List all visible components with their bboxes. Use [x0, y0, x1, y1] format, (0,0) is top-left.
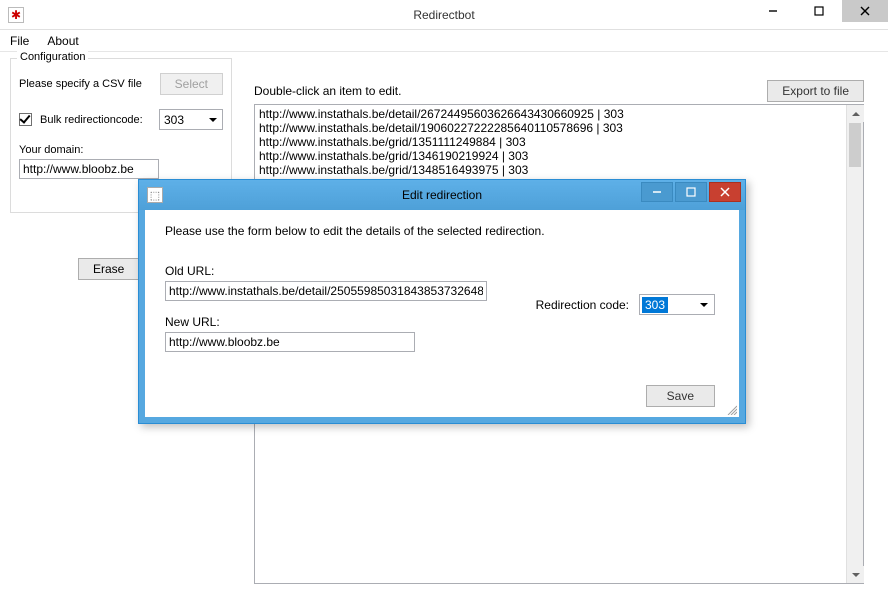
scroll-down-button[interactable]	[847, 566, 864, 583]
menu-file[interactable]: File	[10, 34, 29, 48]
list-item[interactable]: http://www.instathals.be/grid/1351111249…	[259, 135, 846, 149]
maximize-button[interactable]	[796, 0, 842, 22]
resize-grip-icon[interactable]	[725, 403, 737, 415]
menu-bar: File About	[0, 30, 888, 52]
list-item[interactable]: http://www.instathals.be/grid/1348516493…	[259, 163, 846, 177]
old-url-input[interactable]	[165, 281, 487, 301]
menu-about[interactable]: About	[47, 34, 78, 48]
bulk-label: Bulk redirectioncode:	[40, 114, 151, 126]
domain-input[interactable]: http://www.bloobz.be	[19, 159, 159, 179]
csv-label: Please specify a CSV file	[19, 78, 142, 90]
export-button[interactable]: Export to file	[767, 80, 864, 102]
scroll-thumb[interactable]	[849, 123, 861, 167]
list-scrollbar[interactable]	[846, 105, 863, 583]
app-icon	[8, 7, 24, 23]
bulk-checkbox[interactable]	[19, 113, 32, 126]
dialog-intro: Please use the form below to edit the de…	[165, 224, 719, 238]
list-item[interactable]: http://www.instathals.be/detail/19060227…	[259, 121, 846, 135]
list-item[interactable]: http://www.instathals.be/detail/26724495…	[259, 107, 846, 121]
main-window-titlebar: Redirectbot	[0, 0, 888, 30]
dialog-app-icon	[147, 187, 163, 203]
new-url-input[interactable]	[165, 332, 415, 352]
list-hint: Double-click an item to edit.	[254, 84, 401, 98]
old-url-label: Old URL:	[165, 264, 719, 278]
redirection-code-label: Redirection code:	[536, 298, 629, 312]
list-item[interactable]: http://www.instathals.be/grid/1346190219…	[259, 149, 846, 163]
dialog-close-button[interactable]	[709, 182, 741, 202]
window-title: Redirectbot	[413, 8, 474, 22]
close-button[interactable]	[842, 0, 888, 22]
select-csv-button[interactable]: Select	[160, 73, 223, 95]
redirection-code-select[interactable]: 303	[639, 294, 715, 315]
bulk-code-select[interactable]: 303	[159, 109, 223, 130]
dialog-minimize-button[interactable]	[641, 182, 673, 202]
dialog-maximize-button[interactable]	[675, 182, 707, 202]
redirection-code-value: 303	[642, 297, 668, 313]
dialog-titlebar[interactable]: Edit redirection	[139, 180, 745, 210]
save-button[interactable]: Save	[646, 385, 715, 407]
dialog-title: Edit redirection	[402, 188, 482, 202]
erase-button[interactable]: Erase	[78, 258, 138, 280]
minimize-button[interactable]	[750, 0, 796, 22]
scroll-up-button[interactable]	[847, 105, 864, 122]
bulk-code-value: 303	[164, 113, 184, 127]
edit-redirection-dialog: Edit redirection Please use the form bel…	[138, 179, 746, 424]
domain-label: Your domain:	[19, 144, 223, 156]
configuration-group-title: Configuration	[17, 51, 88, 63]
new-url-label: New URL:	[165, 315, 719, 329]
